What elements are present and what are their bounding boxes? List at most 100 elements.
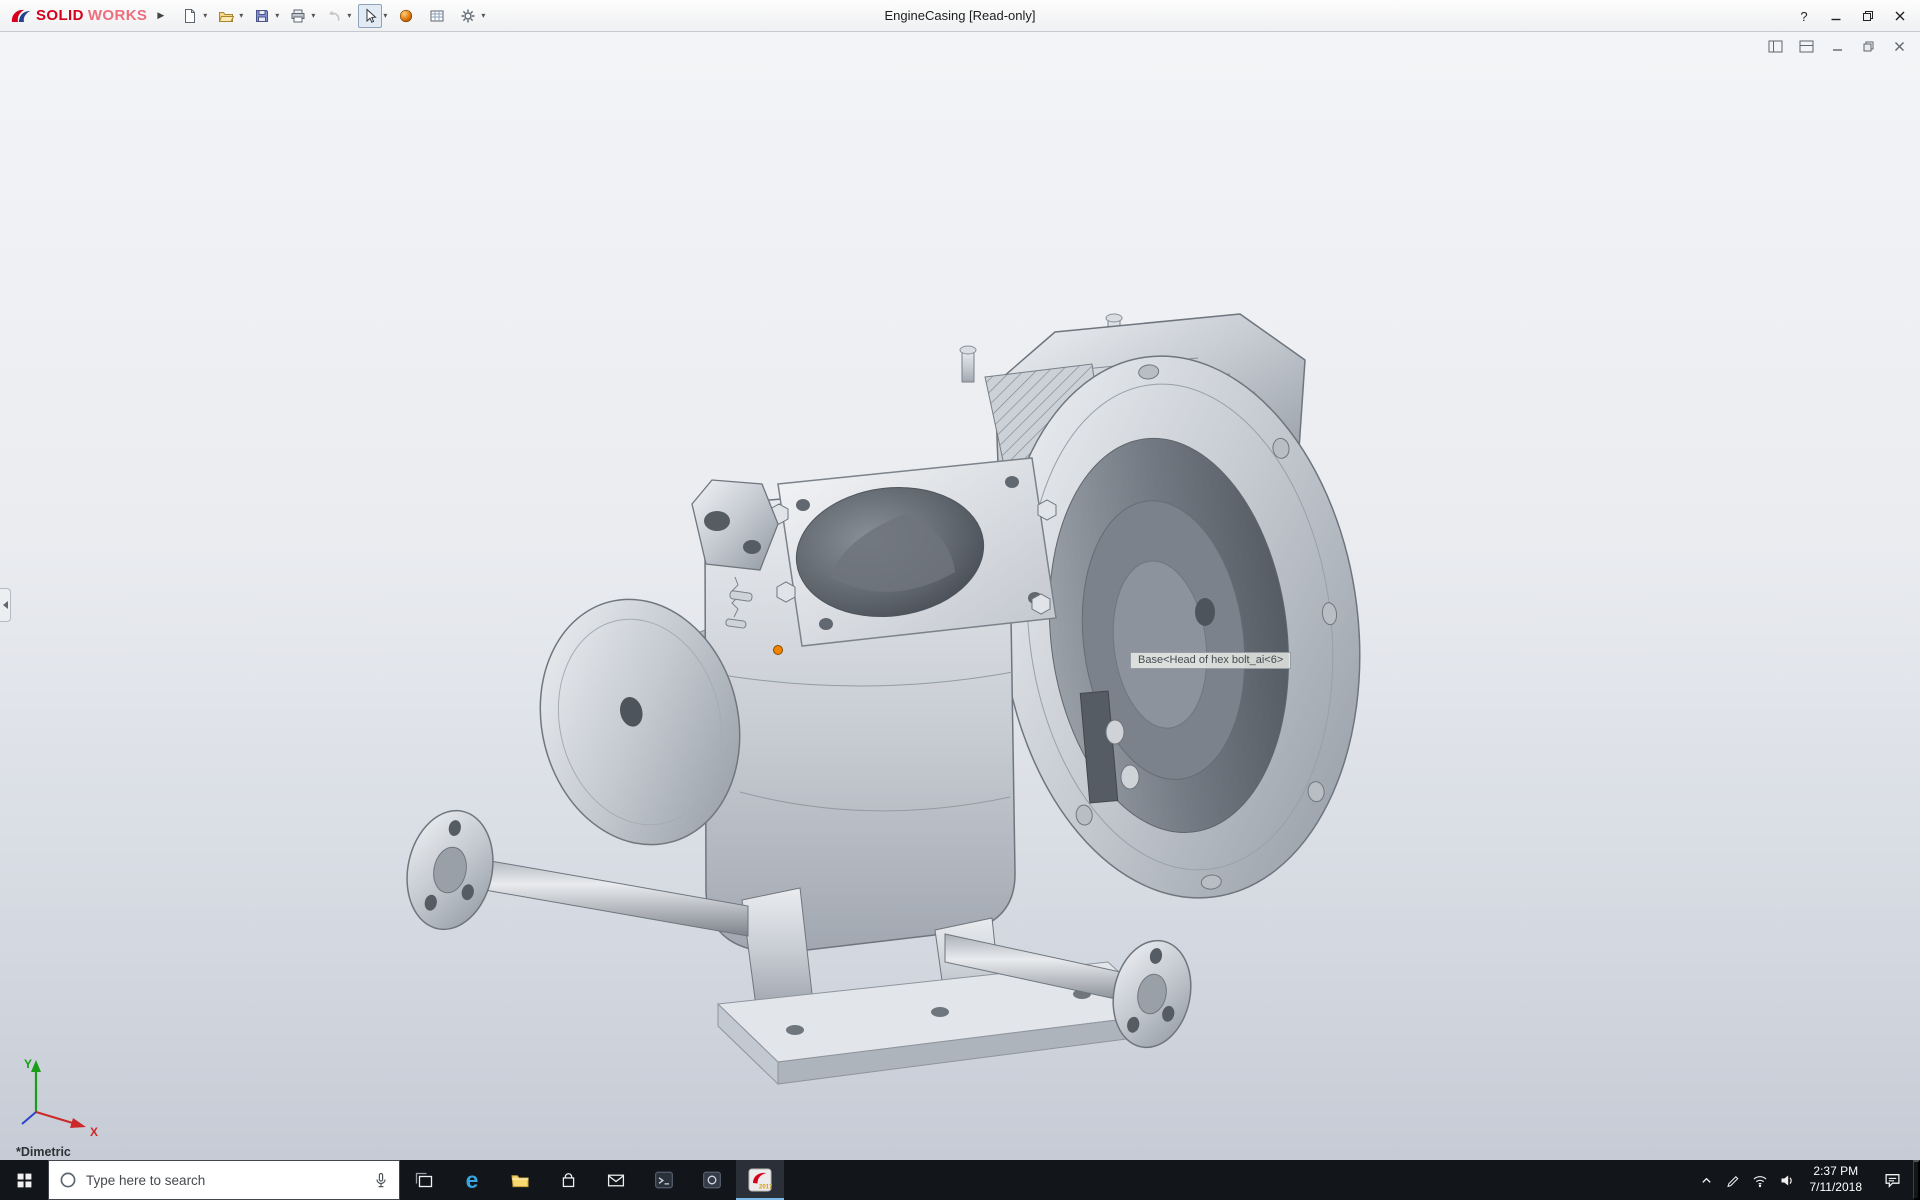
- taskbar-app-store[interactable]: [544, 1160, 592, 1200]
- toolbar-group-table: [425, 4, 449, 28]
- action-center-icon: [1884, 1172, 1901, 1188]
- help-button[interactable]: ?: [1788, 3, 1820, 29]
- select-tool-button[interactable]: [358, 4, 382, 28]
- view-orientation-label: *Dimetric: [16, 1145, 71, 1159]
- close-button[interactable]: [1884, 3, 1916, 29]
- print-button[interactable]: [286, 4, 310, 28]
- close-icon: [1894, 10, 1906, 22]
- new-document-button[interactable]: [178, 4, 202, 28]
- system-tray: 2:37 PM 7/11/2018: [1693, 1160, 1920, 1200]
- new-document-caret[interactable]: ▾: [203, 11, 207, 20]
- featuremanager-collapse-arrow-icon: [2, 600, 9, 610]
- minimize-button[interactable]: [1820, 3, 1852, 29]
- options-caret[interactable]: ▾: [481, 11, 485, 20]
- solidworks-app-icon: 2017: [748, 1168, 772, 1192]
- tray-pen-button[interactable]: [1720, 1160, 1747, 1200]
- model-carb-flange[interactable]: [770, 458, 1056, 646]
- network-icon: [1752, 1173, 1768, 1188]
- component-tooltip: Base<Head of hex bolt_ai<6>: [1130, 652, 1291, 669]
- save-button[interactable]: [250, 4, 274, 28]
- triad-x-label: X: [90, 1125, 98, 1138]
- undo-button[interactable]: [322, 4, 346, 28]
- window-controls: ?: [1788, 0, 1916, 32]
- undo-caret[interactable]: ▾: [347, 11, 351, 20]
- titlebar: SOLIDWORKS ▶ ▾ ▾: [0, 0, 1920, 32]
- appearance-sphere-icon: [398, 8, 414, 24]
- new-document-icon: [182, 8, 198, 24]
- dassault-swoosh-icon: [10, 7, 32, 25]
- taskbar-app-edge[interactable]: e: [448, 1160, 496, 1200]
- microphone-icon[interactable]: [373, 1172, 389, 1189]
- tray-volume-button[interactable]: [1774, 1160, 1801, 1200]
- file-explorer-icon: [510, 1172, 530, 1189]
- pane-split-vertical-button[interactable]: [1766, 38, 1784, 54]
- toolbar-group-print: ▾: [286, 4, 315, 28]
- triad-y-label: Y: [24, 1057, 32, 1071]
- task-view-button[interactable]: [400, 1160, 448, 1200]
- save-caret[interactable]: ▾: [275, 11, 279, 20]
- cortana-circle-icon: [59, 1171, 77, 1189]
- doc-minimize-icon: [1831, 40, 1844, 53]
- pane-split-horizontal-button[interactable]: [1797, 38, 1815, 54]
- doc-close-button[interactable]: [1890, 38, 1908, 54]
- search-input[interactable]: [86, 1173, 364, 1188]
- print-icon: [290, 8, 306, 24]
- taskbar-app-terminal[interactable]: [640, 1160, 688, 1200]
- doc-minimize-button[interactable]: [1828, 38, 1846, 54]
- open-document-button[interactable]: [214, 4, 238, 28]
- orientation-triad: Y X: [12, 1052, 104, 1138]
- doc-close-icon: [1893, 40, 1906, 53]
- appearance-button[interactable]: [394, 4, 418, 28]
- taskbar-app-file-explorer[interactable]: [496, 1160, 544, 1200]
- toolbar-group-new: ▾: [178, 4, 207, 28]
- doc-restore-button[interactable]: [1859, 38, 1877, 54]
- undo-icon: [326, 8, 342, 24]
- taskbar-search[interactable]: [48, 1160, 400, 1200]
- print-caret[interactable]: ▾: [311, 11, 315, 20]
- toolbar-group-undo: ▾: [322, 4, 351, 28]
- minimize-icon: [1830, 10, 1842, 22]
- show-desktop-button[interactable]: [1913, 1160, 1920, 1200]
- cad-model[interactable]: [0, 32, 1920, 1160]
- tray-network-button[interactable]: [1747, 1160, 1774, 1200]
- taskbar: e: [0, 1160, 1920, 1200]
- restore-button[interactable]: [1852, 3, 1884, 29]
- open-document-caret[interactable]: ▾: [239, 11, 243, 20]
- action-center-button[interactable]: [1871, 1160, 1913, 1200]
- pane-split-vertical-icon: [1768, 40, 1783, 53]
- design-table-button[interactable]: [425, 4, 449, 28]
- options-button[interactable]: [456, 4, 480, 28]
- brand-text-solid: SOLID: [36, 7, 84, 24]
- terminal-app-icon: [654, 1170, 674, 1190]
- document-window-controls: [1766, 38, 1908, 54]
- graphics-area[interactable]: Base<Head of hex bolt_ai<6>: [0, 32, 1920, 1160]
- solidworks-logo: SOLIDWORKS: [10, 7, 147, 25]
- window-title: EngineCasing [Read-only]: [884, 8, 1035, 23]
- select-tool-caret[interactable]: ▾: [383, 11, 387, 20]
- restore-icon: [1862, 10, 1874, 22]
- pane-split-horizontal-icon: [1799, 40, 1814, 53]
- taskbar-app-solidworks[interactable]: 2017: [736, 1160, 784, 1200]
- solidworks-version-badge: 2017: [759, 1185, 772, 1191]
- selection-point[interactable]: [774, 646, 783, 655]
- mail-envelope-icon: [607, 1173, 625, 1188]
- tray-expand-button[interactable]: [1693, 1160, 1720, 1200]
- select-cursor-icon: [362, 8, 378, 24]
- taskbar-clock[interactable]: 2:37 PM 7/11/2018: [1801, 1160, 1872, 1200]
- menu-expand-arrow[interactable]: ▶: [157, 10, 164, 21]
- taskbar-app-mail[interactable]: [592, 1160, 640, 1200]
- task-view-icon: [415, 1172, 433, 1188]
- taskbar-app-dark[interactable]: [688, 1160, 736, 1200]
- screen: SOLIDWORKS ▶ ▾ ▾: [0, 0, 1920, 1200]
- featuremanager-collapsed-tab[interactable]: [0, 588, 11, 622]
- toolbar-group-save: ▾: [250, 4, 279, 28]
- windows-start-icon: [16, 1172, 33, 1189]
- dark-app-icon: [702, 1170, 722, 1190]
- toolbar-group-select: ▾: [358, 4, 387, 28]
- toolbar-group-options: ▾: [456, 4, 485, 28]
- volume-icon: [1779, 1173, 1795, 1188]
- start-button[interactable]: [0, 1160, 48, 1200]
- brand-text-works: WORKS: [88, 7, 148, 24]
- doc-restore-icon: [1862, 40, 1875, 53]
- store-bag-icon: [560, 1172, 577, 1189]
